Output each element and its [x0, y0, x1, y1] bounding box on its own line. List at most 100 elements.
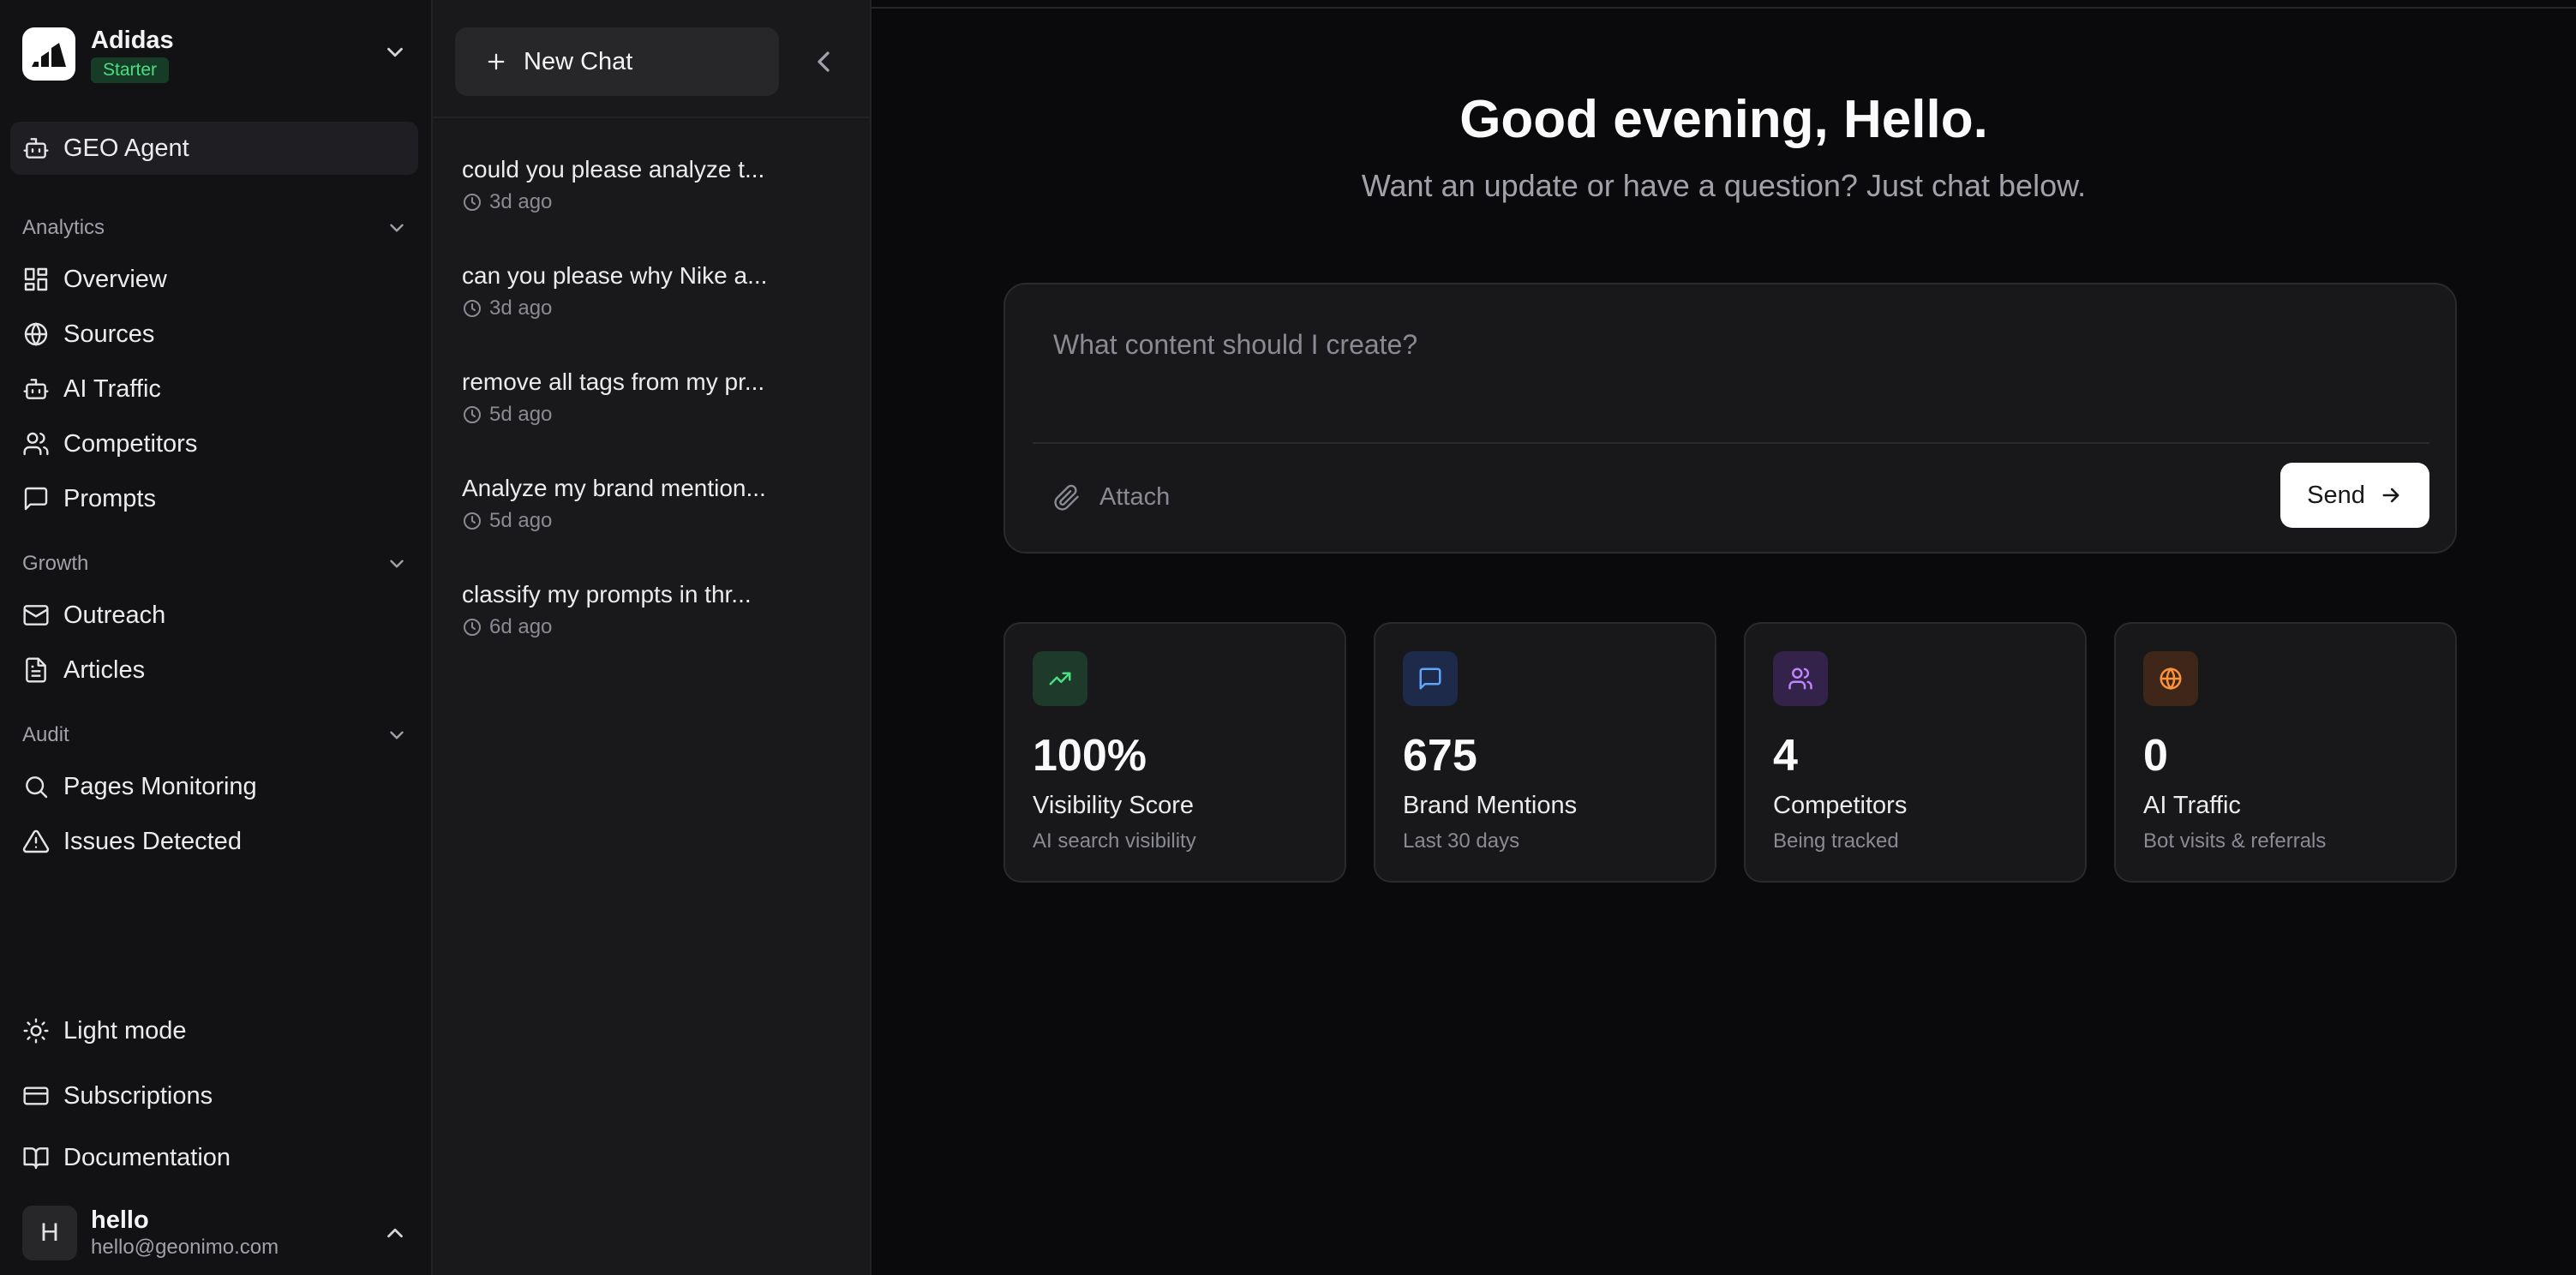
- sidebar-item-label: Light mode: [63, 1016, 187, 1045]
- chat-title: Analyze my brand mention...: [462, 475, 766, 501]
- sidebar-item-articles[interactable]: Articles: [22, 649, 408, 691]
- chat-timestamp: 5d ago: [462, 509, 830, 533]
- attach-button[interactable]: Attach: [1053, 483, 1170, 512]
- chat-list-item[interactable]: Analyze my brand mention... 5d ago: [462, 473, 830, 533]
- attach-label: Attach: [1099, 483, 1171, 511]
- globe-icon: [2143, 651, 2198, 706]
- chat-timestamp: 3d ago: [462, 296, 830, 320]
- new-chat-label: New Chat: [524, 47, 633, 75]
- sidebar-item-outreach[interactable]: Outreach: [22, 594, 408, 637]
- stat-card-ai-traffic[interactable]: 0 AI Traffic Bot visits & referrals: [2114, 622, 2457, 883]
- sidebar-item-sources[interactable]: Sources: [22, 313, 408, 356]
- sidebar-item-label: Sources: [63, 320, 155, 348]
- chat-time-label: 3d ago: [489, 190, 553, 213]
- section-audit[interactable]: Audit: [22, 720, 408, 751]
- message-square-icon: [22, 485, 50, 512]
- chevron-left-icon[interactable]: [806, 45, 841, 79]
- stat-value: 100%: [1033, 731, 1147, 781]
- greeting-subtitle: Want an update or have a question? Just …: [1361, 168, 2087, 203]
- sidebar-item-documentation[interactable]: Documentation: [22, 1136, 408, 1179]
- sidebar-item-label: Issues Detected: [63, 827, 242, 855]
- workspace-name: Adidas: [91, 27, 174, 54]
- sidebar-item-geo-agent[interactable]: GEO Agent: [10, 122, 418, 175]
- chat-title: can you please why Nike a...: [462, 262, 768, 289]
- sidebar-item-label: Prompts: [63, 484, 156, 512]
- chat-timestamp: 3d ago: [462, 190, 830, 214]
- stat-title: Brand Mentions: [1403, 792, 1578, 819]
- clock-icon: [462, 298, 482, 319]
- book-open-icon: [22, 1144, 50, 1171]
- chat-timestamp: 5d ago: [462, 403, 830, 427]
- stat-value: 4: [1773, 731, 1798, 781]
- stat-value: 675: [1403, 731, 1477, 781]
- section-growth[interactable]: Growth: [22, 548, 408, 579]
- workspace-switcher[interactable]: Adidas Starter: [22, 24, 408, 84]
- section-title: Growth: [22, 552, 89, 575]
- chat-composer: Attach Send: [1003, 283, 2457, 554]
- user-name: hello: [91, 1206, 149, 1234]
- user-menu[interactable]: H hello hello@geonimo.com: [22, 1203, 408, 1263]
- chat-list-item[interactable]: classify my prompts in thr... 6d ago: [462, 579, 830, 639]
- user-email: hello@geonimo.com: [91, 1236, 279, 1259]
- divider: [1033, 442, 2429, 444]
- section-title: Audit: [22, 723, 69, 746]
- users-icon: [22, 430, 50, 458]
- search-icon: [22, 773, 50, 800]
- alert-triangle-icon: [22, 828, 50, 855]
- clock-icon: [462, 192, 482, 212]
- message-square-icon: [1403, 651, 1458, 706]
- sidebar-item-competitors[interactable]: Competitors: [22, 422, 408, 465]
- chevron-down-icon: [386, 724, 408, 746]
- stat-title: Visibility Score: [1033, 792, 1195, 819]
- stat-card-visibility-score[interactable]: 100% Visibility Score AI search visibili…: [1003, 622, 1346, 883]
- sidebar-item-issues-detected[interactable]: Issues Detected: [22, 820, 408, 863]
- bot-icon: [22, 375, 50, 403]
- section-title: Analytics: [22, 216, 105, 239]
- chevron-down-icon: [386, 217, 408, 239]
- chat-list-item[interactable]: can you please why Nike a... 3d ago: [462, 260, 830, 320]
- clock-icon: [462, 511, 482, 531]
- clock-icon: [462, 617, 482, 638]
- sidebar-item-label: Articles: [63, 655, 146, 684]
- section-analytics[interactable]: Analytics: [22, 212, 408, 243]
- sidebar-item-subscriptions[interactable]: Subscriptions: [22, 1074, 408, 1117]
- new-chat-button[interactable]: New Chat: [455, 27, 779, 96]
- chat-list-item[interactable]: could you please analyze t... 3d ago: [462, 154, 830, 214]
- adidas-logo: [22, 27, 75, 81]
- stat-subtitle: Last 30 days: [1403, 829, 1520, 853]
- chevron-up-icon[interactable]: [382, 1220, 408, 1246]
- sidebar-item-label: Competitors: [63, 429, 198, 458]
- stat-title: AI Traffic: [2143, 792, 2241, 819]
- credit-card-icon: [22, 1082, 50, 1110]
- chat-title: could you please analyze t...: [462, 156, 765, 183]
- arrow-right-icon: [2379, 483, 2403, 507]
- send-button[interactable]: Send: [2280, 463, 2429, 528]
- plus-icon: [484, 50, 508, 74]
- globe-icon: [22, 320, 50, 348]
- sidebar-item-label: GEO Agent: [63, 134, 189, 162]
- sidebar-item-pages-monitoring[interactable]: Pages Monitoring: [22, 765, 408, 808]
- avatar: H: [22, 1206, 77, 1260]
- file-text-icon: [22, 656, 50, 684]
- clock-icon: [462, 404, 482, 425]
- trending-up-icon: [1033, 651, 1087, 706]
- stat-card-brand-mentions[interactable]: 675 Brand Mentions Last 30 days: [1374, 622, 1716, 883]
- send-label: Send: [2307, 481, 2365, 509]
- sidebar-item-ai-traffic[interactable]: AI Traffic: [22, 368, 408, 410]
- chevron-down-icon[interactable]: [382, 39, 408, 65]
- chat-time-label: 3d ago: [489, 296, 553, 320]
- stat-card-competitors[interactable]: 4 Competitors Being tracked: [1744, 622, 2087, 883]
- paperclip-icon: [1053, 484, 1081, 512]
- layout-grid-icon: [22, 266, 50, 293]
- chat-input[interactable]: [1053, 329, 2390, 361]
- sidebar-item-overview[interactable]: Overview: [22, 258, 408, 301]
- sidebar-item-label: Subscriptions: [63, 1081, 213, 1110]
- users-icon: [1773, 651, 1828, 706]
- sidebar-item-label: Documentation: [63, 1143, 231, 1171]
- chat-history-panel: New Chat could you please analyze t... 3…: [433, 0, 872, 1275]
- sidebar-item-prompts[interactable]: Prompts: [22, 477, 408, 520]
- sun-icon: [22, 1017, 50, 1045]
- divider: [433, 117, 870, 118]
- light-mode-toggle[interactable]: Light mode: [22, 1009, 408, 1052]
- chat-list-item[interactable]: remove all tags from my pr... 5d ago: [462, 367, 830, 427]
